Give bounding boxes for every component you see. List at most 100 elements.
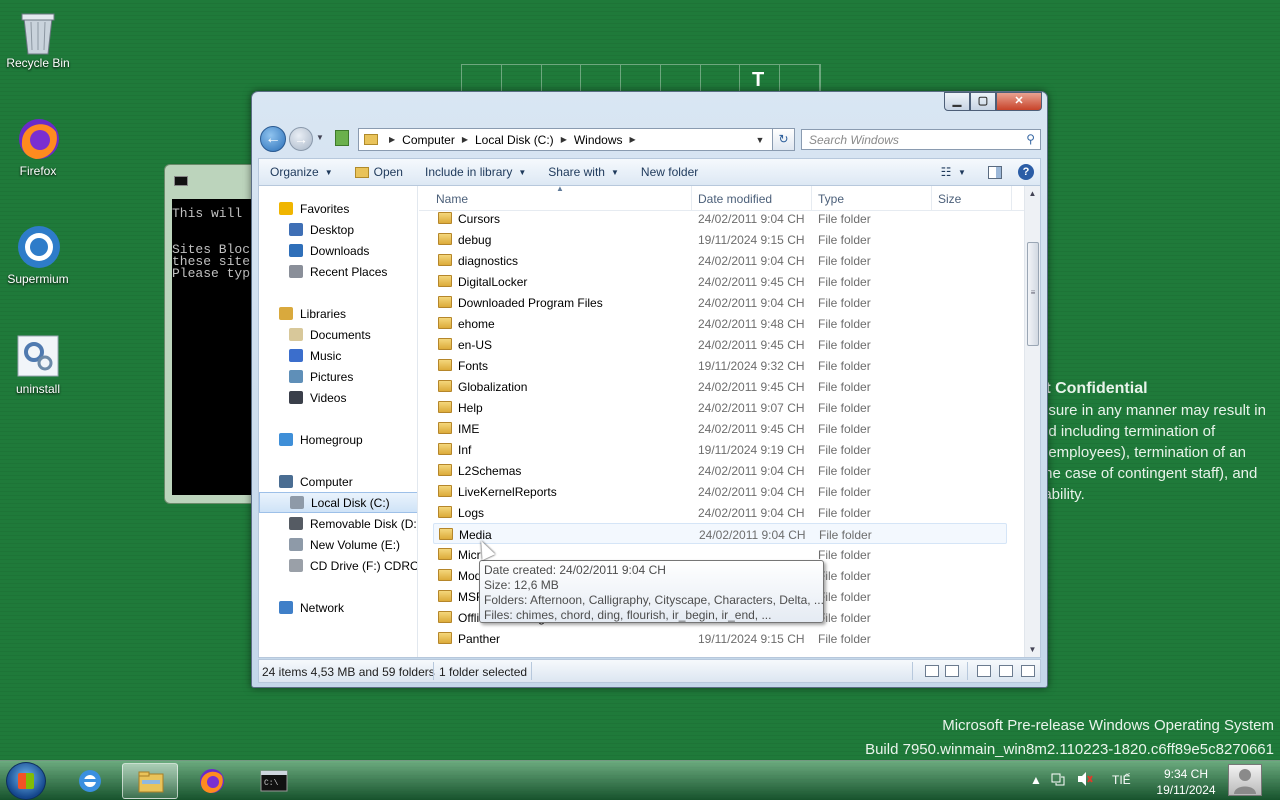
command-prompt-window[interactable]: This will u Sites Block these sites Please … (164, 164, 260, 504)
file-row[interactable]: debug 19/11/2024 9:15 CH File folder (433, 229, 1007, 250)
share-with-button[interactable]: Share with ▼ (537, 165, 630, 179)
nav-item-recent-places[interactable]: Recent Places (259, 261, 417, 282)
taskbar-firefox[interactable] (184, 763, 240, 799)
nav-item-downloads[interactable]: Downloads (259, 240, 417, 261)
breadcrumb-windows[interactable]: Windows (574, 133, 623, 147)
nav-item-cd-drive-f-cdrom[interactable]: CD Drive (F:) CDROM (259, 555, 418, 576)
file-row[interactable]: LiveKernelReports 24/02/2011 9:04 CH File … (433, 481, 1007, 502)
chevron-right-icon[interactable]: ▶ (630, 135, 636, 144)
file-date-modified: 24/02/2011 9:04 CH (698, 506, 805, 520)
desktop-icon-recycle-bin[interactable]: Recycle Bin (0, 8, 76, 70)
change-view-icon[interactable]: ☷ (934, 165, 958, 179)
include-in-library-button[interactable]: Include in library ▼ (414, 165, 537, 179)
organize-button[interactable]: Organize ▼ (259, 165, 344, 179)
column-header-date[interactable]: Date modified (698, 192, 772, 206)
desktop-icon-firefox[interactable]: Firefox (0, 116, 76, 178)
action-center-icon[interactable] (1050, 771, 1066, 790)
scroll-thumb[interactable]: ≡ (1027, 242, 1039, 346)
file-row[interactable]: Cursors 24/02/2011 9:04 CH File folder (433, 208, 1007, 229)
nav-item-music[interactable]: Music (259, 345, 417, 366)
file-row[interactable]: Media 24/02/2011 9:04 CH File folder (433, 523, 1007, 544)
nav-item-favorites[interactable]: Favorites (259, 198, 417, 219)
maximize-button[interactable]: ▢ (970, 92, 996, 111)
file-type: File folder (818, 380, 871, 394)
refresh-button[interactable]: ↻ (772, 128, 795, 151)
confidential-line: the case of contingent staff), and (1040, 465, 1258, 482)
file-row[interactable]: Downloaded Program Files 24/02/2011 9:04 … (433, 292, 1007, 313)
file-type: File folder (818, 338, 871, 352)
file-row[interactable]: ehome 24/02/2011 9:48 CH File folder (433, 313, 1007, 334)
address-dropdown[interactable]: ▼ (752, 135, 768, 145)
nav-item-new-volume-e[interactable]: New Volume (E:) (259, 534, 417, 555)
chevron-down-icon[interactable]: ▼ (958, 168, 972, 177)
minimize-button[interactable]: ▁ (944, 92, 970, 111)
network-icon (279, 601, 293, 614)
taskbar-command-prompt[interactable]: C:\ (246, 763, 302, 799)
preview-pane-icon[interactable] (988, 165, 1002, 179)
folder-icon (438, 359, 452, 371)
file-row[interactable]: Inf 19/11/2024 9:19 CH File folder (433, 439, 1007, 460)
nav-item-local-disk-c[interactable]: Local Disk (C:) (259, 492, 417, 513)
column-header-name[interactable]: Name (436, 192, 468, 206)
nav-item-computer[interactable]: Computer (259, 471, 417, 492)
nav-item-libraries[interactable]: Libraries (259, 303, 417, 324)
chevron-right-icon[interactable]: ▶ (389, 135, 395, 144)
input-language-indicator[interactable]: TIẾ (1112, 773, 1131, 787)
details-view-icon[interactable] (925, 665, 939, 677)
file-row[interactable]: Help 24/02/2011 9:07 CH File folder (433, 397, 1007, 418)
taskbar-internet-explorer[interactable] (62, 763, 118, 799)
file-row[interactable]: Panther 19/11/2024 9:15 CH File folder (433, 628, 1007, 649)
column-header-type[interactable]: Type (818, 192, 844, 206)
recent-pages-dropdown[interactable]: ▼ (316, 133, 324, 142)
nav-item-homegroup[interactable]: Homegroup (259, 429, 417, 450)
breadcrumb-local-disk[interactable]: Local Disk (C:) (475, 133, 554, 147)
desktop-icon-supermium[interactable]: Supermium (0, 224, 76, 286)
nav-item-pictures[interactable]: Pictures (259, 366, 417, 387)
nav-item-removable-disk-d[interactable]: Removable Disk (D:) (259, 513, 417, 534)
system-clock[interactable]: 9:34 CH 19/11/2024 (1146, 766, 1226, 798)
file-row[interactable]: Logs 24/02/2011 9:04 CH File folder (433, 502, 1007, 523)
nav-item-network[interactable]: Network (259, 597, 417, 618)
close-button[interactable]: ✕ (996, 92, 1042, 111)
preview-icon[interactable] (999, 665, 1013, 677)
layout-icon[interactable] (977, 665, 991, 677)
nav-item-videos[interactable]: Videos (259, 387, 417, 408)
folder-icon (438, 464, 452, 476)
chevron-right-icon[interactable]: ▶ (561, 135, 567, 144)
file-row[interactable]: Fonts 19/11/2024 9:32 CH File folder (433, 355, 1007, 376)
back-button[interactable]: ← (260, 126, 286, 152)
breadcrumb-computer[interactable]: Computer (402, 133, 455, 147)
new-folder-button[interactable]: New folder (630, 165, 709, 179)
open-button[interactable]: Open (344, 165, 414, 179)
column-header-size[interactable]: Size (938, 192, 961, 206)
address-bar[interactable]: ▶ Computer ▶ Local Disk (C:) ▶ Windows ▶… (358, 128, 793, 151)
scroll-down-icon[interactable]: ▼ (1025, 642, 1040, 657)
show-hidden-icons[interactable]: ▲ (1030, 773, 1042, 787)
volume-muted-icon[interactable] (1076, 771, 1094, 790)
start-button[interactable] (6, 762, 46, 800)
console-output: This will u Sites Block these sites Please … (172, 199, 259, 495)
chevron-down-icon: ▼ (610, 167, 619, 177)
file-row[interactable]: IME 24/02/2011 9:45 CH File folder (433, 418, 1007, 439)
chevron-right-icon[interactable]: ▶ (462, 135, 468, 144)
file-row[interactable]: Globalization 24/02/2011 9:45 CH File fold… (433, 376, 1007, 397)
scroll-up-icon[interactable]: ▲ (1025, 186, 1040, 201)
file-row[interactable]: DigitalLocker 24/02/2011 9:45 CH File fold… (433, 271, 1007, 292)
help-icon[interactable]: ? (1018, 164, 1034, 180)
desktop-icon-uninstall[interactable]: uninstall (0, 334, 76, 396)
nav-item-label: CD Drive (F:) CDROM (310, 558, 418, 573)
user-account-icon[interactable] (1228, 764, 1262, 796)
file-type: File folder (818, 401, 871, 415)
nav-item-desktop[interactable]: Desktop (259, 219, 417, 240)
large-icons-view-icon[interactable] (945, 665, 959, 677)
forward-button[interactable]: → (289, 127, 313, 151)
vertical-scrollbar[interactable]: ▲ ≡ ▼ (1024, 186, 1040, 657)
file-row[interactable]: en-US 24/02/2011 9:45 CH File folder (433, 334, 1007, 355)
nav-item-documents[interactable]: Documents (259, 324, 417, 345)
details-pane-icon[interactable] (1021, 665, 1035, 677)
file-row[interactable]: L2Schemas 24/02/2011 9:04 CH File folder (433, 460, 1007, 481)
taskbar-windows-explorer[interactable] (122, 763, 178, 799)
search-input[interactable]: Search Windows ⚲ (801, 129, 1041, 150)
file-row[interactable]: diagnostics 24/02/2011 9:04 CH File folder (433, 250, 1007, 271)
search-icon[interactable]: ⚲ (1026, 132, 1035, 146)
